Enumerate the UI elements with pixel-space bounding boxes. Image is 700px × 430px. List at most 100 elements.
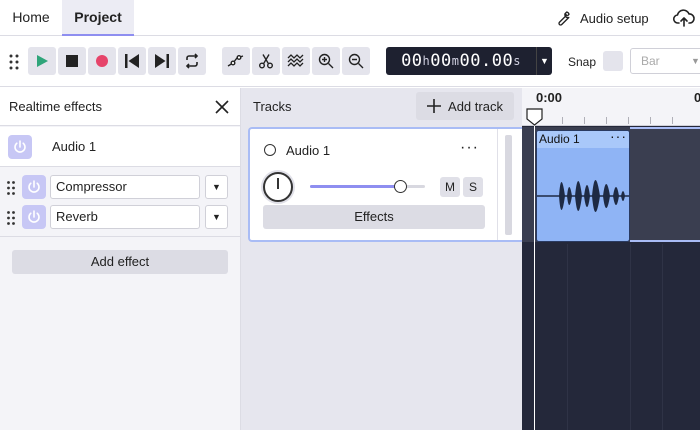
- audio-clip[interactable]: Audio 1 ···: [536, 130, 630, 242]
- divider: [0, 236, 240, 237]
- playhead-handle-icon[interactable]: [526, 108, 543, 126]
- zoom-out-icon: [348, 53, 364, 69]
- track-select-radio[interactable]: [264, 144, 276, 156]
- clip-title: Audio 1: [539, 132, 580, 146]
- stop-button[interactable]: [58, 47, 86, 75]
- track-effects-power-button[interactable]: [8, 135, 32, 159]
- top-nav: Home Project Audio setup: [0, 0, 700, 36]
- close-icon: [215, 100, 229, 114]
- power-icon: [28, 210, 40, 223]
- ruler-tick: [584, 117, 585, 124]
- loop-icon: [185, 53, 199, 69]
- zoom-in-button[interactable]: [312, 47, 340, 75]
- grid-line: [630, 244, 631, 430]
- timecode-display[interactable]: 00 h 00 m 00.00 s: [386, 47, 536, 75]
- snap-select-value: Bar: [641, 54, 660, 68]
- track-header[interactable]: Audio 1 ··· M S Effects: [248, 127, 524, 242]
- chevron-down-icon: ▼: [212, 182, 221, 192]
- close-button[interactable]: [212, 97, 232, 117]
- tab-project[interactable]: Project: [62, 0, 134, 36]
- chevron-down-icon: ▼: [212, 212, 221, 222]
- effect-options-dropdown[interactable]: ▼: [205, 175, 228, 199]
- tracks-panel: Tracks Add track Audio 1 ··· M S Effects: [241, 88, 524, 430]
- timecode-format-dropdown[interactable]: ▼: [536, 47, 552, 75]
- volume-slider[interactable]: [310, 185, 425, 188]
- spectral-tool-button[interactable]: [282, 47, 310, 75]
- effect-row-compressor: Compressor ▼: [0, 173, 240, 203]
- playhead[interactable]: [534, 110, 535, 430]
- effect-power-button[interactable]: [22, 205, 46, 229]
- zoom-out-button[interactable]: [342, 47, 370, 75]
- pan-knob[interactable]: [263, 172, 293, 202]
- timecode-hours: 00: [401, 51, 423, 71]
- record-button[interactable]: [88, 47, 116, 75]
- snap-label: Snap: [568, 55, 597, 69]
- stop-icon: [66, 55, 78, 67]
- toolbar: 00 h 00 m 00.00 s ▼ Snap Bar ▼: [0, 37, 700, 87]
- add-track-label: Add track: [448, 98, 503, 114]
- waveform: [537, 180, 629, 212]
- zoom-in-icon: [318, 53, 334, 69]
- cut-icon: [259, 54, 273, 69]
- drag-handle-icon[interactable]: [6, 210, 16, 226]
- knob-indicator: [277, 178, 279, 189]
- ruler-tick: [628, 117, 629, 124]
- mute-button[interactable]: M: [440, 177, 460, 197]
- effect-select[interactable]: Reverb: [50, 205, 200, 229]
- power-icon: [28, 180, 40, 193]
- play-button[interactable]: [28, 47, 56, 75]
- wrench-icon: [558, 11, 570, 26]
- effect-power-button[interactable]: [22, 175, 46, 199]
- ruler-label: 0: [694, 90, 700, 105]
- timecode-minutes: 00: [430, 51, 452, 71]
- chevron-down-icon: ▼: [691, 56, 700, 66]
- effects-panel-title: Realtime effects: [9, 99, 102, 114]
- effect-select[interactable]: Compressor: [50, 175, 200, 199]
- timeline-ruler[interactable]: 0:00 0: [522, 88, 700, 126]
- skip-forward-icon: [155, 54, 169, 68]
- effect-row-reverb: Reverb ▼: [0, 203, 240, 233]
- cloud-sync-button[interactable]: [672, 6, 696, 30]
- divider: [497, 129, 498, 240]
- snap-checkbox[interactable]: [603, 51, 623, 71]
- audio-setup-button[interactable]: Audio setup: [554, 0, 649, 36]
- ruler-tick: [606, 117, 607, 124]
- drag-handle-icon[interactable]: [6, 180, 16, 196]
- tracks-label: Tracks: [253, 99, 292, 114]
- envelope-tool-button[interactable]: [222, 47, 250, 75]
- timeline[interactable]: 0:00 0 Audio 1 ···: [522, 88, 700, 430]
- snap-select[interactable]: Bar ▼: [630, 48, 700, 74]
- add-track-button[interactable]: Add track: [416, 92, 514, 120]
- effect-options-dropdown[interactable]: ▼: [205, 205, 228, 229]
- audio-setup-label: Audio setup: [580, 10, 649, 26]
- effects-panel-header: Realtime effects: [0, 88, 240, 126]
- skip-to-start-button[interactable]: [118, 47, 146, 75]
- cut-tool-button[interactable]: [252, 47, 280, 75]
- drag-handle-icon[interactable]: [8, 53, 20, 71]
- timecode-seconds-unit: s: [513, 54, 521, 68]
- volume-slider-thumb[interactable]: [393, 180, 407, 193]
- chevron-down-icon: ▼: [540, 56, 549, 66]
- ruler-tick: [672, 117, 673, 124]
- more-options-icon[interactable]: ···: [610, 131, 627, 144]
- power-icon: [14, 140, 26, 153]
- solo-button[interactable]: S: [463, 177, 483, 197]
- track-resize-handle[interactable]: [505, 135, 512, 235]
- skip-to-end-button[interactable]: [148, 47, 176, 75]
- tab-home[interactable]: Home: [0, 0, 62, 36]
- grid-line: [567, 244, 568, 430]
- spectral-icon: [287, 54, 304, 67]
- timecode-minutes-unit: m: [451, 54, 460, 68]
- effects-track-row: Audio 1: [0, 127, 240, 167]
- loop-button[interactable]: [178, 47, 206, 75]
- track-effects-button[interactable]: Effects: [263, 205, 485, 229]
- track-name[interactable]: Audio 1: [286, 143, 330, 158]
- grid-line: [662, 244, 663, 430]
- clip-header[interactable]: Audio 1 ···: [537, 131, 629, 148]
- ruler-tick: [562, 117, 563, 124]
- add-effect-button[interactable]: Add effect: [12, 250, 228, 274]
- realtime-effects-panel: Realtime effects Audio 1 Compressor ▼ Re…: [0, 88, 241, 430]
- skip-back-icon: [125, 54, 139, 68]
- ruler-label: 0:00: [536, 90, 563, 105]
- more-options-icon[interactable]: ···: [460, 139, 479, 157]
